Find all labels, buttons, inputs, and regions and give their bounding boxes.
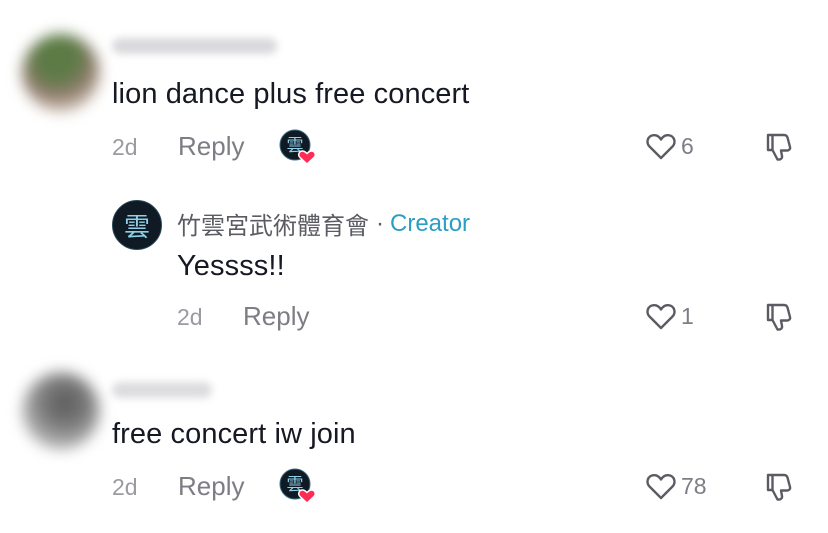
like-count: 78	[681, 472, 707, 499]
comment-time: 2d	[112, 134, 138, 160]
reply-button[interactable]: Reply	[178, 131, 244, 162]
dislike-button[interactable]	[764, 301, 796, 338]
comment-text: free concert iw join	[112, 418, 356, 450]
thumbs-down-icon	[766, 473, 792, 501]
like-count: 6	[681, 132, 694, 159]
heart-outline-icon	[646, 133, 676, 160]
creator-avatar[interactable]: 雲	[112, 200, 162, 250]
thumbs-down-icon	[766, 303, 792, 331]
creator-badge: Creator	[390, 209, 471, 237]
like-button[interactable]: 1	[645, 301, 694, 331]
reply-time: 2d	[177, 304, 203, 330]
creator-heart-badge-icon: 雲	[278, 128, 318, 168]
blurred-username[interactable]	[112, 38, 277, 54]
creator-heart-badge-icon: 雲	[278, 467, 318, 507]
like-button[interactable]: 6	[645, 131, 694, 161]
comment-time: 2d	[112, 474, 138, 500]
separator-dot: ·	[376, 209, 384, 237]
creator-username[interactable]: 竹雲宮武術體育會	[177, 206, 369, 241]
heart-outline-icon	[646, 473, 676, 500]
thumbs-down-icon	[766, 133, 792, 161]
reply-text: Yessss!!	[177, 250, 285, 282]
blurred-username[interactable]	[112, 382, 212, 398]
user-avatar[interactable]	[22, 372, 100, 450]
user-avatar[interactable]	[22, 34, 100, 112]
comment-text: lion dance plus free concert	[112, 78, 470, 110]
heart-outline-icon	[646, 303, 676, 330]
dislike-button[interactable]	[764, 471, 796, 508]
reply-author-line: 竹雲宮武術體育會 · Creator	[177, 206, 470, 241]
reply-button[interactable]: Reply	[178, 471, 244, 502]
reply-button[interactable]: Reply	[243, 301, 309, 332]
avatar-glyph: 雲	[123, 212, 150, 243]
like-count: 1	[681, 302, 694, 329]
like-button[interactable]: 78	[645, 471, 707, 501]
dislike-button[interactable]	[764, 131, 796, 168]
